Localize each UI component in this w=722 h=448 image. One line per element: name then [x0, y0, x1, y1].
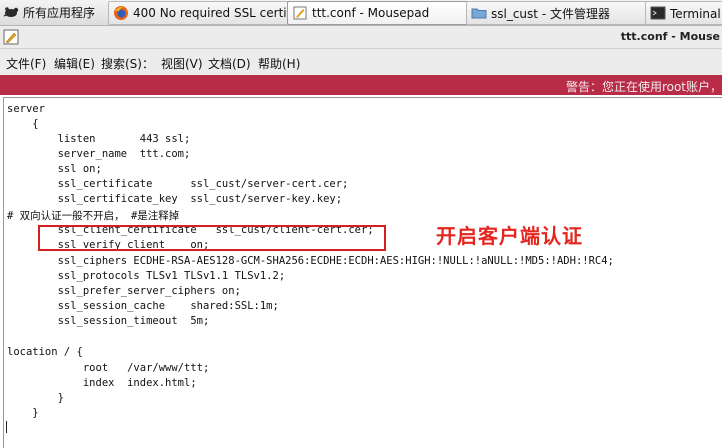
menu-help[interactable]: 帮助(H)	[258, 55, 300, 72]
window-titlebar[interactable]: ttt.conf - Mouse	[0, 26, 722, 49]
root-warning-text: 警告：您正在使用root账户，	[565, 80, 722, 94]
task-mousepad[interactable]: ttt.conf - Mousepad	[287, 1, 469, 25]
code-line: ssl_prefer_server_ciphers on;	[7, 285, 241, 297]
menu-file[interactable]: 文件(F)	[6, 55, 46, 72]
menu-document[interactable]: 文档(D)	[208, 55, 251, 72]
menubar: 文件(F) 编辑(E) 搜索(S)： 视图(V) 文档(D) 帮助(H)	[0, 49, 722, 75]
code-line: ssl_session_timeout 5m;	[7, 315, 210, 327]
task-label: ttt.conf - Mousepad	[312, 6, 430, 20]
code-line: location / {	[7, 346, 83, 358]
code-line: }	[7, 407, 39, 419]
folder-icon	[471, 5, 487, 21]
code-line: ssl_protocols TLSv1 TLSv1.1 TLSv1.2;	[7, 270, 286, 282]
root-warning-bar: 警告：您正在使用root账户，	[0, 75, 722, 95]
menu-search[interactable]: 搜索(S)：	[101, 55, 154, 72]
code-line: ssl on;	[7, 163, 102, 175]
code-line: ssl_ciphers ECDHE-RSA-AES128-GCM-SHA256:…	[7, 255, 614, 267]
applications-menu-label: 所有应用程序	[23, 5, 96, 20]
code-line: listen 443 ssl;	[7, 133, 191, 145]
highlight-box	[38, 225, 386, 251]
code-comment-line: # 双向认证一般不开启， #是注释掉	[7, 210, 180, 222]
mousepad-app-icon	[3, 29, 19, 48]
window-title: ttt.conf - Mouse	[620, 30, 720, 43]
code-line: server_name ttt.com;	[7, 148, 191, 160]
text-cursor	[6, 421, 7, 433]
menu-edit[interactable]: 编辑(E)	[54, 55, 95, 72]
code-line: {	[7, 118, 39, 130]
task-label: 400 No required SSL certifi··	[133, 6, 290, 20]
terminal-icon	[650, 5, 666, 21]
code-line: ssl_certificate_key ssl_cust/server-key.…	[7, 193, 343, 205]
task-label: ssl_cust - 文件管理器	[491, 6, 610, 21]
code-line: index index.html;	[7, 377, 197, 389]
text-editor-area[interactable]: server { listen 443 ssl; server_name ttt…	[3, 97, 722, 448]
mousepad-icon	[292, 5, 308, 21]
code-line: ssl_certificate ssl_cust/server-cert.cer…	[7, 178, 349, 190]
firefox-icon	[113, 5, 129, 21]
code-line: ssl_session_cache shared:SSL:1m;	[7, 300, 279, 312]
annotation-label: 开启客户端认证	[436, 224, 583, 248]
task-label: Terminal 终	[670, 6, 722, 21]
task-firefox[interactable]: 400 No required SSL certifi··	[108, 1, 290, 25]
code-line: server	[7, 103, 45, 115]
menu-view[interactable]: 视图(V)	[161, 55, 203, 72]
code-line: root /var/www/ttt;	[7, 362, 210, 374]
task-terminal[interactable]: Terminal 终	[645, 1, 722, 25]
task-file-manager[interactable]: ssl_cust - 文件管理器	[466, 1, 648, 25]
code-line: }	[7, 392, 64, 404]
xfce-mouse-icon	[3, 4, 19, 20]
applications-menu-button[interactable]: 所有应用程序	[3, 1, 103, 23]
taskbar: 所有应用程序 ⋮ 400 No required SSL certifi·· t…	[0, 0, 722, 26]
